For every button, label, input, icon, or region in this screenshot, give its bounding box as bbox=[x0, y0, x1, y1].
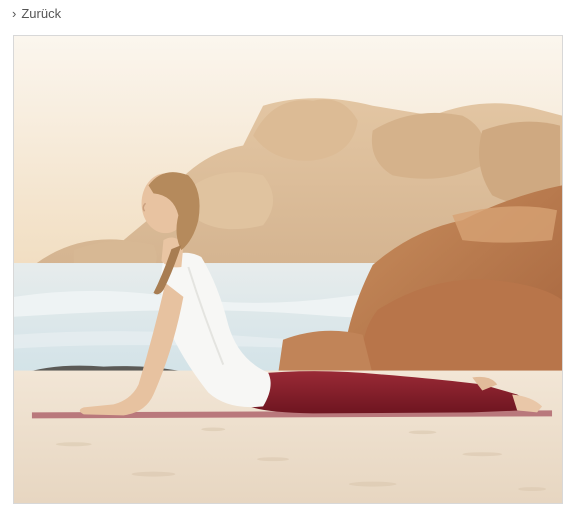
back-label: Zurück bbox=[21, 6, 62, 21]
photo-frame bbox=[13, 35, 563, 504]
back-link[interactable]: › Zurück bbox=[12, 6, 61, 21]
yoga-photo bbox=[14, 36, 562, 503]
chevron-right-icon: › bbox=[12, 6, 17, 21]
